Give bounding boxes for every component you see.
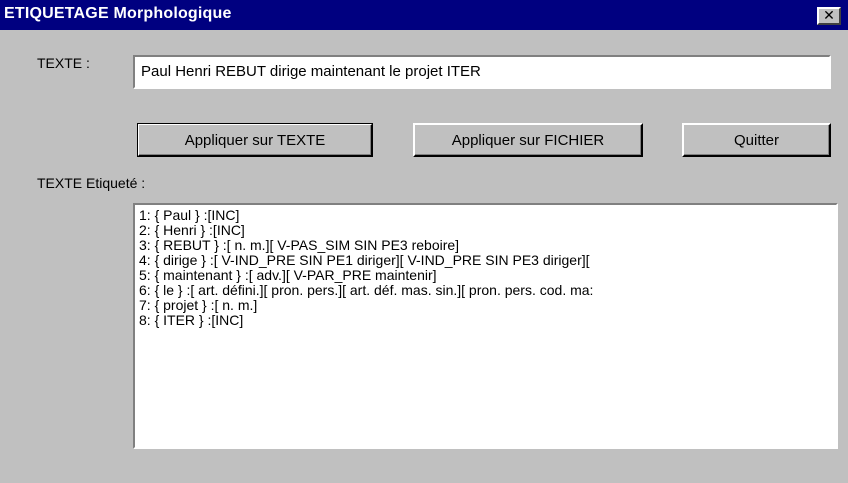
output-line-7: 7: { projet } :[ n. m.] <box>139 297 258 313</box>
apply-text-button-label: Appliquer sur TEXTE <box>184 131 326 149</box>
apply-file-button-label: Appliquer sur FICHIER <box>451 131 605 149</box>
output-line-6: 6: { le } :[ art. défini.][ pron. pers.]… <box>139 282 594 298</box>
etiquetage-window: ETIQUETAGE Morphologique ✕ TEXTE : Paul … <box>0 0 848 483</box>
apply-file-button[interactable]: Appliquer sur FICHIER <box>413 123 643 157</box>
apply-text-button[interactable]: Appliquer sur TEXTE <box>137 123 373 157</box>
texte-label: TEXTE : <box>37 55 90 71</box>
texte-input[interactable]: Paul Henri REBUT dirige maintenant le pr… <box>133 55 831 89</box>
window-title: ETIQUETAGE Morphologique <box>4 5 232 22</box>
quit-button[interactable]: Quitter <box>682 123 831 157</box>
output-line-8: 8: { ITER } :[INC] <box>139 312 244 328</box>
output-line-2: 2: { Henri } :[INC] <box>139 222 245 238</box>
title-bar[interactable]: ETIQUETAGE Morphologique ✕ <box>0 0 848 30</box>
output-line-4: 4: { dirige } :[ V-IND_PRE SIN PE1 dirig… <box>139 252 590 268</box>
quit-button-label: Quitter <box>733 131 779 149</box>
output-line-1: 1: { Paul } :[INC] <box>139 207 240 223</box>
close-icon: ✕ <box>823 8 835 24</box>
close-button[interactable]: ✕ <box>817 7 841 25</box>
output-line-5: 5: { maintenant } :[ adv.][ V-PAR_PRE ma… <box>139 267 437 283</box>
tagged-text-output[interactable]: 1: { Paul } :[INC] 2: { Henri } :[INC] 3… <box>133 203 838 449</box>
output-line-3: 3: { REBUT } :[ n. m.][ V-PAS_SIM SIN PE… <box>139 237 460 253</box>
output-label: TEXTE Etiqueté : <box>37 175 146 191</box>
